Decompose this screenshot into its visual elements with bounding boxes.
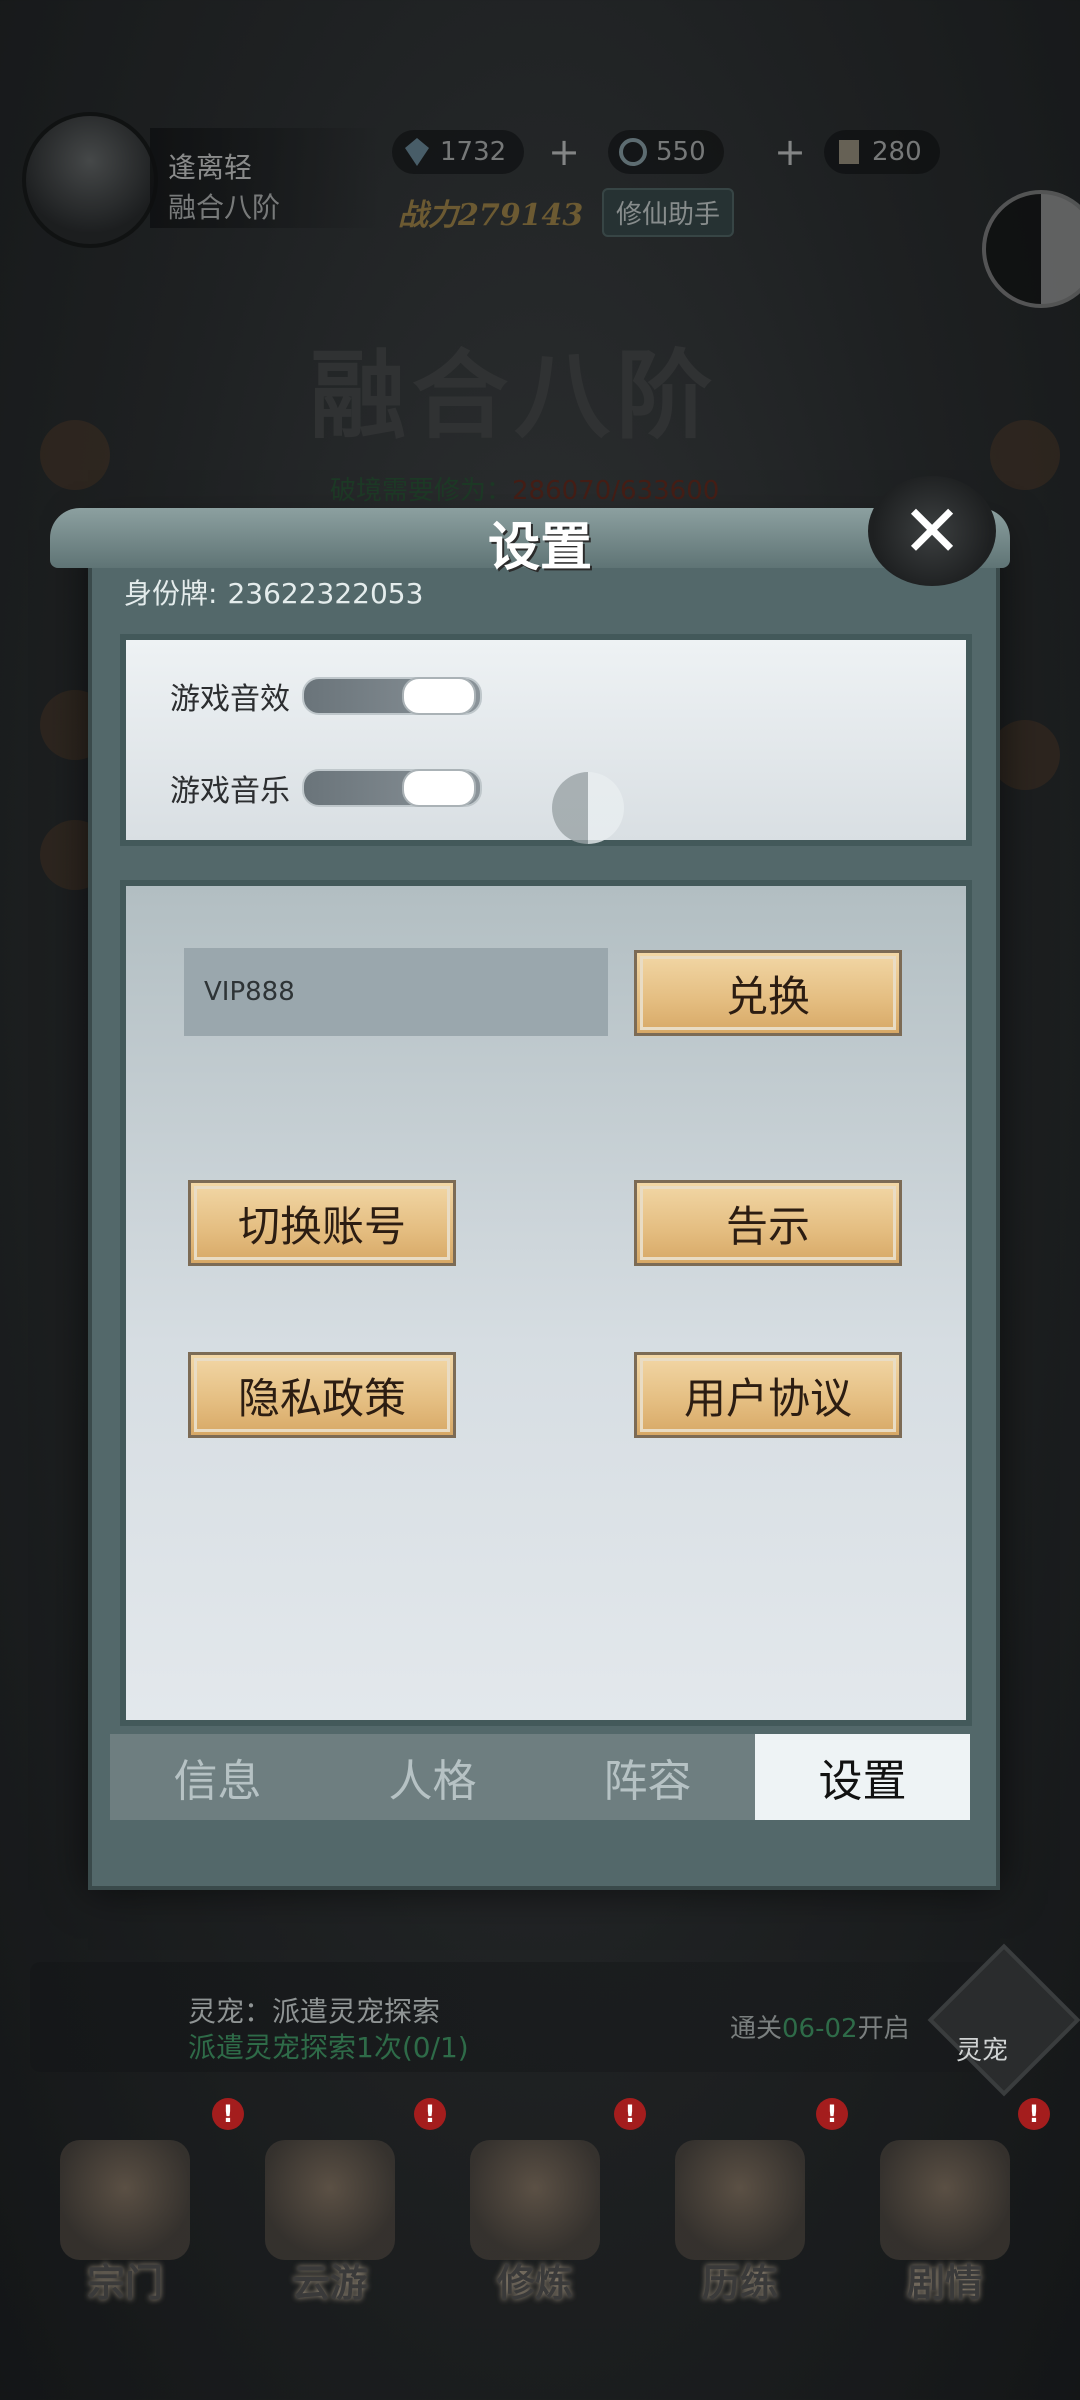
nav-cultivate[interactable]: 修炼 — [450, 2140, 620, 2310]
player-id-row: 身份牌: 23622322053 — [124, 572, 423, 612]
nav-label: 宗门 — [86, 2260, 163, 2305]
redeem-button[interactable]: 兑换 — [634, 950, 902, 1036]
close-icon: ✕ — [901, 489, 963, 573]
pet-unlock-condition: 通关06-02开启 — [730, 2014, 910, 2044]
nav-label: 修炼 — [496, 2260, 573, 2305]
tab-settings[interactable]: 设置 — [755, 1734, 970, 1820]
nav-travel[interactable]: 云游 — [245, 2140, 415, 2310]
alert-badge-icon: ! — [614, 2098, 646, 2130]
alert-badge-icon: ! — [212, 2098, 244, 2130]
music-label: 游戏音乐 — [170, 774, 290, 809]
player-id-label: 身份牌: — [124, 577, 218, 610]
switch-account-button[interactable]: 切换账号 — [188, 1180, 456, 1266]
pet-task-title: 灵宠：派遣灵宠探索 — [188, 1995, 441, 2028]
player-id-value: 23622322053 — [227, 577, 424, 610]
sound-effects-label: 游戏音效 — [170, 682, 290, 717]
nav-sect[interactable]: 宗门 — [40, 2140, 210, 2310]
alert-badge-icon: ! — [816, 2098, 848, 2130]
music-toggle[interactable] — [302, 769, 482, 807]
alert-badge-icon: ! — [414, 2098, 446, 2130]
nav-label: 历练 — [701, 2260, 778, 2305]
redeem-code-input[interactable] — [184, 948, 608, 1036]
music-row: 游戏音乐 — [170, 766, 482, 810]
toggle-knob — [402, 677, 476, 715]
sound-effects-toggle[interactable] — [302, 677, 482, 715]
gourd-icon — [470, 2140, 600, 2260]
tab-lineup[interactable]: 阵容 — [540, 1734, 755, 1820]
tab-info[interactable]: 信息 — [110, 1734, 325, 1820]
mountain-icon — [265, 2140, 395, 2260]
story-scroll-icon — [880, 2140, 1010, 2260]
notice-button[interactable]: 告示 — [634, 1180, 902, 1266]
nav-trials[interactable]: 历练 — [655, 2140, 825, 2310]
pet-icon-label: 灵宠 — [956, 2036, 1009, 2066]
alert-badge-icon: ! — [1018, 2098, 1050, 2130]
sect-pavilion-icon — [60, 2140, 190, 2260]
yinyang-watermark-icon — [552, 772, 624, 844]
user-agreement-button[interactable]: 用户协议 — [634, 1352, 902, 1438]
sound-effects-row: 游戏音效 — [170, 674, 482, 718]
dialog-tabs: 信息 人格 阵容 设置 — [110, 1734, 970, 1820]
privacy-policy-button[interactable]: 隐私政策 — [188, 1352, 456, 1438]
scroll-stack-icon — [675, 2140, 805, 2260]
pet-task-progress: 派遣灵宠探索1次(0/1) — [188, 2031, 469, 2064]
nav-story[interactable]: 剧情 — [860, 2140, 1030, 2310]
close-button[interactable]: ✕ — [868, 476, 996, 586]
nav-label: 云游 — [291, 2260, 368, 2305]
audio-settings-panel: 游戏音效 游戏音乐 — [120, 634, 972, 846]
account-panel: 兑换 切换账号 告示 隐私政策 用户协议 — [120, 880, 972, 1726]
toggle-knob — [402, 769, 476, 807]
nav-label: 剧情 — [906, 2260, 983, 2305]
tab-personality[interactable]: 人格 — [325, 1734, 540, 1820]
